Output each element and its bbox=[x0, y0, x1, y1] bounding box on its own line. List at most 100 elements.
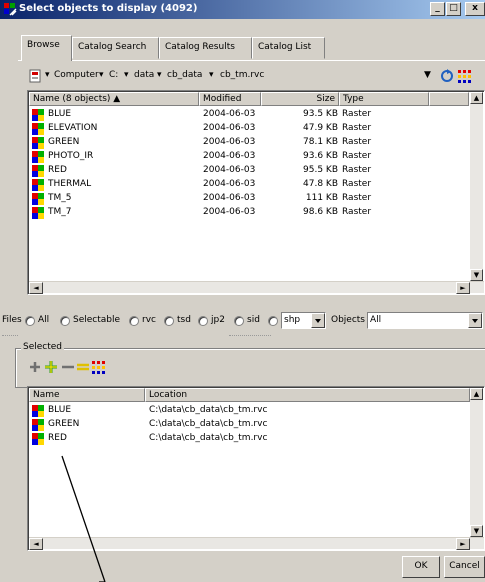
selected-list-horizontal-scrollbar[interactable]: ◄ ► bbox=[29, 537, 484, 550]
ok-button[interactable]: OK bbox=[402, 556, 440, 578]
filter-tsd-label[interactable]: tsd bbox=[177, 315, 191, 325]
path-dropdown-arrow[interactable]: ▼ bbox=[424, 70, 431, 80]
raster-icon bbox=[32, 179, 44, 191]
scroll-up-button[interactable]: ▲ bbox=[470, 388, 483, 400]
list-item[interactable]: RED C:\data\cb_data\cb_tm.rvc bbox=[30, 432, 470, 446]
file-type-select[interactable]: shp bbox=[281, 312, 326, 329]
add-all-icon[interactable] bbox=[44, 360, 58, 374]
item-name: THERMAL bbox=[48, 179, 92, 189]
filter-sid-radio[interactable] bbox=[234, 316, 244, 326]
add-icon[interactable] bbox=[28, 360, 42, 374]
filter-rvc-radio[interactable] bbox=[129, 316, 139, 326]
list-item[interactable]: THERMAL 2004-06-03 47.8 KB Raster bbox=[30, 178, 470, 192]
filter-all-radio[interactable] bbox=[25, 316, 35, 326]
file-list[interactable]: Name (8 objects) ▲ Modified Size Type BL… bbox=[27, 90, 485, 295]
filter-jp2-radio[interactable] bbox=[198, 316, 208, 326]
item-location: C:\data\cb_data\cb_tm.rvc bbox=[149, 433, 268, 443]
scroll-left-button[interactable]: ◄ bbox=[29, 282, 43, 294]
title-bar[interactable]: Select objects to display (4092) _ □ x bbox=[0, 0, 485, 19]
files-label: Files bbox=[2, 315, 22, 325]
file-list-horizontal-scrollbar[interactable]: ◄ ► bbox=[29, 281, 484, 294]
filter-tsd-radio[interactable] bbox=[164, 316, 174, 326]
raster-icon bbox=[32, 123, 44, 135]
item-location: C:\data\cb_data\cb_tm.rvc bbox=[149, 405, 268, 415]
path-segment-drive[interactable]: C: bbox=[109, 70, 118, 80]
column-header-name[interactable]: Name (8 objects) ▲ bbox=[29, 92, 199, 106]
path-segment-computer[interactable]: Computer bbox=[54, 70, 99, 80]
maximize-button[interactable]: □ bbox=[446, 2, 461, 16]
chevron-down-icon[interactable]: ▾ bbox=[45, 70, 50, 80]
list-item[interactable]: BLUE 2004-06-03 93.5 KB Raster bbox=[30, 108, 470, 122]
chevron-down-icon[interactable]: ▾ bbox=[99, 70, 104, 80]
refresh-icon[interactable] bbox=[440, 69, 454, 83]
column-header-location[interactable]: Location bbox=[145, 388, 470, 402]
tab-catalog-list[interactable]: Catalog List bbox=[252, 37, 325, 59]
scroll-left-button[interactable]: ◄ bbox=[29, 538, 43, 550]
path-segment-cb-data[interactable]: cb_data bbox=[167, 70, 202, 80]
tab-catalog-search[interactable]: Catalog Search bbox=[72, 37, 159, 59]
item-size: 111 KB bbox=[305, 193, 338, 203]
tab-browse[interactable]: Browse bbox=[21, 35, 72, 61]
scroll-down-button[interactable]: ▼ bbox=[470, 269, 483, 281]
list-item[interactable]: GREEN C:\data\cb_data\cb_tm.rvc bbox=[30, 418, 470, 432]
item-modified: 2004-06-03 bbox=[203, 109, 256, 119]
list-item[interactable]: GREEN 2004-06-03 78.1 KB Raster bbox=[30, 136, 470, 150]
objects-value: All bbox=[370, 315, 382, 325]
column-header-blank bbox=[429, 92, 469, 106]
grid-view-icon[interactable] bbox=[457, 69, 473, 83]
file-list-vertical-scrollbar[interactable]: ▲ ▼ bbox=[470, 92, 483, 282]
remove-all-icon[interactable] bbox=[76, 360, 90, 374]
chevron-down-icon[interactable]: ▾ bbox=[157, 70, 162, 80]
raster-icon bbox=[32, 419, 44, 431]
column-header-modified[interactable]: Modified bbox=[199, 92, 261, 106]
list-item[interactable]: TM_7 2004-06-03 98.6 KB Raster bbox=[30, 206, 470, 220]
list-item[interactable]: TM_5 2004-06-03 111 KB Raster bbox=[30, 192, 470, 206]
chevron-down-icon[interactable]: ▾ bbox=[124, 70, 129, 80]
minimize-button[interactable]: _ bbox=[430, 2, 445, 16]
grid-view-icon[interactable] bbox=[91, 360, 107, 374]
filter-other-radio[interactable] bbox=[268, 316, 278, 326]
scroll-down-button[interactable]: ▼ bbox=[470, 525, 483, 537]
path-segment-cb-tm[interactable]: cb_tm.rvc bbox=[220, 70, 264, 80]
window-title: Select objects to display (4092) bbox=[19, 3, 198, 14]
column-header-size[interactable]: Size bbox=[261, 92, 339, 106]
selected-list-vertical-scrollbar[interactable]: ▲ ▼ bbox=[470, 388, 483, 538]
filter-selectable-label[interactable]: Selectable bbox=[73, 315, 120, 325]
path-breadcrumb: ▾ Computer ▾ C: ▾ data ▾ cb_data ▾ cb_tm… bbox=[29, 66, 485, 86]
raster-icon bbox=[32, 165, 44, 177]
remove-icon[interactable] bbox=[61, 360, 75, 374]
scroll-right-button[interactable]: ► bbox=[456, 282, 470, 294]
item-size: 93.5 KB bbox=[303, 109, 338, 119]
filter-jp2-label[interactable]: jp2 bbox=[211, 315, 225, 325]
column-header-name[interactable]: Name bbox=[29, 388, 145, 402]
list-item[interactable]: RED 2004-06-03 95.5 KB Raster bbox=[30, 164, 470, 178]
selected-list[interactable]: Name Location BLUE C:\data\cb_data\cb_tm… bbox=[27, 386, 485, 551]
filter-selectable-radio[interactable] bbox=[60, 316, 70, 326]
item-modified: 2004-06-03 bbox=[203, 179, 256, 189]
chevron-down-icon[interactable]: ▾ bbox=[209, 70, 214, 80]
list-item[interactable]: PHOTO_IR 2004-06-03 93.6 KB Raster bbox=[30, 150, 470, 164]
chevron-down-icon[interactable] bbox=[311, 313, 325, 328]
divider-dots bbox=[229, 335, 271, 336]
item-size: 47.8 KB bbox=[303, 179, 338, 189]
cancel-button[interactable]: Cancel bbox=[444, 556, 485, 578]
scroll-right-button[interactable]: ► bbox=[456, 538, 470, 550]
raster-icon bbox=[32, 207, 44, 219]
tab-catalog-results[interactable]: Catalog Results bbox=[159, 37, 252, 59]
filter-sid-label[interactable]: sid bbox=[247, 315, 260, 325]
list-item[interactable]: BLUE C:\data\cb_data\cb_tm.rvc bbox=[30, 404, 470, 418]
path-segment-data[interactable]: data bbox=[134, 70, 154, 80]
close-button[interactable]: x bbox=[465, 2, 485, 16]
list-item[interactable]: ELEVATION 2004-06-03 47.9 KB Raster bbox=[30, 122, 470, 136]
drive-icon[interactable] bbox=[29, 69, 42, 83]
scroll-up-button[interactable]: ▲ bbox=[470, 92, 483, 104]
column-header-type[interactable]: Type bbox=[339, 92, 429, 106]
item-modified: 2004-06-03 bbox=[203, 165, 256, 175]
objects-select[interactable]: All bbox=[367, 312, 483, 329]
item-modified: 2004-06-03 bbox=[203, 123, 256, 133]
chevron-down-icon[interactable] bbox=[468, 313, 482, 328]
filter-rvc-label[interactable]: rvc bbox=[142, 315, 156, 325]
item-modified: 2004-06-03 bbox=[203, 207, 256, 217]
item-size: 47.9 KB bbox=[303, 123, 338, 133]
filter-all-label[interactable]: All bbox=[38, 315, 49, 325]
